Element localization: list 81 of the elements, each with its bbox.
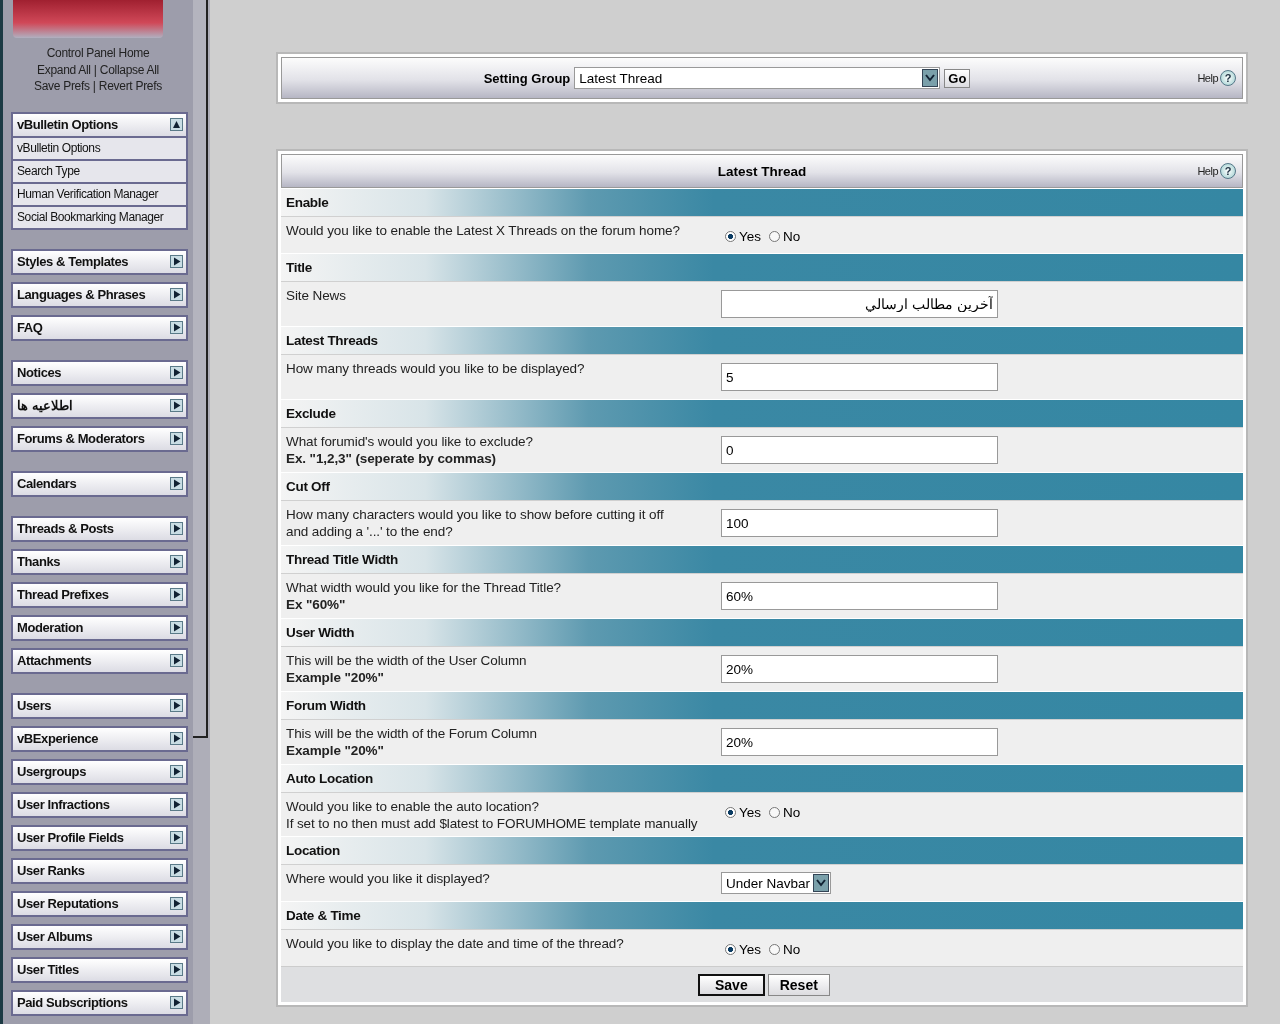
- menu-header[interactable]: User Infractions: [11, 791, 188, 818]
- menu-header[interactable]: Users: [11, 692, 188, 719]
- menu-header[interactable]: Paid Subscriptions: [11, 989, 188, 1016]
- radio-option[interactable]: Yes: [725, 805, 762, 820]
- setting-description: Would you like to display the date and time of the thread?: [285, 935, 625, 953]
- menu-header[interactable]: Thread Prefixes: [11, 581, 188, 608]
- setting-description: How many characters would you like to show before cutting it off and adding a '...' to the end?: [285, 506, 665, 541]
- dropdown[interactable]: Latest Thread: [574, 67, 941, 89]
- text-field[interactable]: آخرين مطالب ارسالي: [721, 290, 998, 318]
- section-header: Thread Title Width: [281, 545, 1243, 573]
- radio-option[interactable]: No: [769, 805, 801, 820]
- menu-header[interactable]: vBExperience: [11, 725, 188, 752]
- text-field[interactable]: 20%: [721, 655, 998, 683]
- setting-description: How many threads would you like to be displayed?: [285, 360, 586, 378]
- section-header: Title: [281, 253, 1243, 281]
- panel-title: Latest Thread: [717, 163, 807, 179]
- section-header: User Width: [281, 618, 1243, 646]
- sidebar-link[interactable]: Save Prefs: [34, 79, 90, 93]
- section-header: Latest Threads: [281, 326, 1243, 354]
- menu-item[interactable]: Human Verification Manager: [11, 183, 188, 207]
- text-field[interactable]: 20%: [721, 728, 998, 756]
- sidebar-link[interactable]: Revert Prefs: [98, 79, 162, 93]
- menu-header[interactable]: Thanks: [11, 548, 188, 575]
- text-field[interactable]: 5: [721, 363, 998, 391]
- menu-header[interactable]: اطلاعيه ها: [11, 392, 188, 419]
- form-button[interactable]: Reset: [767, 973, 830, 996]
- menu-item[interactable]: vBulletin Options: [11, 137, 188, 161]
- section-header: Date & Time: [281, 901, 1243, 929]
- section-header: Enable: [281, 188, 1243, 216]
- menu-header[interactable]: Notices: [11, 359, 188, 386]
- setting-description: This will be the width of the User Column Example "20%": [285, 652, 528, 687]
- link-separator: |: [93, 62, 97, 77]
- sidebar-link[interactable]: Expand All: [37, 62, 91, 77]
- section-header: Forum Width: [281, 691, 1243, 719]
- setting-description: Site News: [285, 287, 347, 305]
- radio-option[interactable]: No: [769, 942, 801, 957]
- menu-header[interactable]: User Reputations: [11, 890, 188, 917]
- setting-description: What width would you like for the Thread Title? Ex "60%": [285, 579, 562, 614]
- menu-header[interactable]: Languages & Phrases: [11, 281, 188, 308]
- menu-header[interactable]: Calendars: [11, 470, 188, 497]
- menu-header[interactable]: User Titles: [11, 956, 188, 983]
- menu-header[interactable]: Usergroups: [11, 758, 188, 785]
- sidebar-link[interactable]: Control Panel Home: [46, 46, 150, 60]
- form-button[interactable]: Save: [698, 973, 765, 996]
- menu-header[interactable]: vBulletin Options: [11, 111, 188, 138]
- radio-option[interactable]: No: [769, 229, 801, 244]
- setting-description: Where would you like it displayed?: [285, 870, 491, 888]
- section-header: Location: [281, 836, 1243, 864]
- dropdown[interactable]: Under Navbar: [721, 872, 831, 894]
- text-field[interactable]: 100: [721, 509, 998, 537]
- menu-header[interactable]: FAQ: [11, 314, 188, 341]
- menu-header[interactable]: User Albums: [11, 923, 188, 950]
- menu-header[interactable]: Moderation: [11, 614, 188, 641]
- setting-description: This will be the width of the Forum Column Example "20%": [285, 725, 538, 760]
- link-separator: |: [92, 79, 96, 93]
- help-link[interactable]: Help: [1197, 72, 1218, 84]
- sidebar-link[interactable]: Collapse All: [99, 62, 159, 77]
- radio-option[interactable]: Yes: [725, 229, 762, 244]
- section-header: Cut Off: [281, 472, 1243, 500]
- text-field[interactable]: 0: [721, 436, 998, 464]
- menu-item[interactable]: Social Bookmarking Manager: [11, 206, 188, 230]
- setting-description: Would you like to enable the auto location? If set to no then must add $latest to FORUMHOME template manually: [285, 798, 699, 833]
- setting-group-label: Setting Group: [483, 70, 571, 86]
- help-icon[interactable]: ?: [1220, 70, 1236, 86]
- radio-option[interactable]: Yes: [725, 942, 762, 957]
- menu-header[interactable]: Attachments: [11, 647, 188, 674]
- help-link[interactable]: Help: [1197, 165, 1218, 177]
- menu-header[interactable]: Styles & Templates: [11, 248, 188, 275]
- collapse-arrow-icon[interactable]: [170, 118, 183, 131]
- setting-description: Would you like to enable the Latest X Threads on the forum home?: [285, 222, 681, 240]
- section-header: Auto Location: [281, 764, 1243, 792]
- menu-header[interactable]: Threads & Posts: [11, 515, 188, 542]
- help-icon[interactable]: ?: [1220, 163, 1236, 179]
- go-button[interactable]: Go: [944, 68, 971, 88]
- menu-item[interactable]: Search Type: [11, 160, 188, 184]
- menu-header[interactable]: User Ranks: [11, 857, 188, 884]
- setting-description: What forumid's would you like to exclude? Ex. "1,2,3" (seperate by commas): [285, 433, 534, 468]
- section-header: Exclude: [281, 399, 1243, 427]
- menu-header[interactable]: Forums & Moderators: [11, 425, 188, 452]
- text-field[interactable]: 60%: [721, 582, 998, 610]
- menu-header[interactable]: User Profile Fields: [11, 824, 188, 851]
